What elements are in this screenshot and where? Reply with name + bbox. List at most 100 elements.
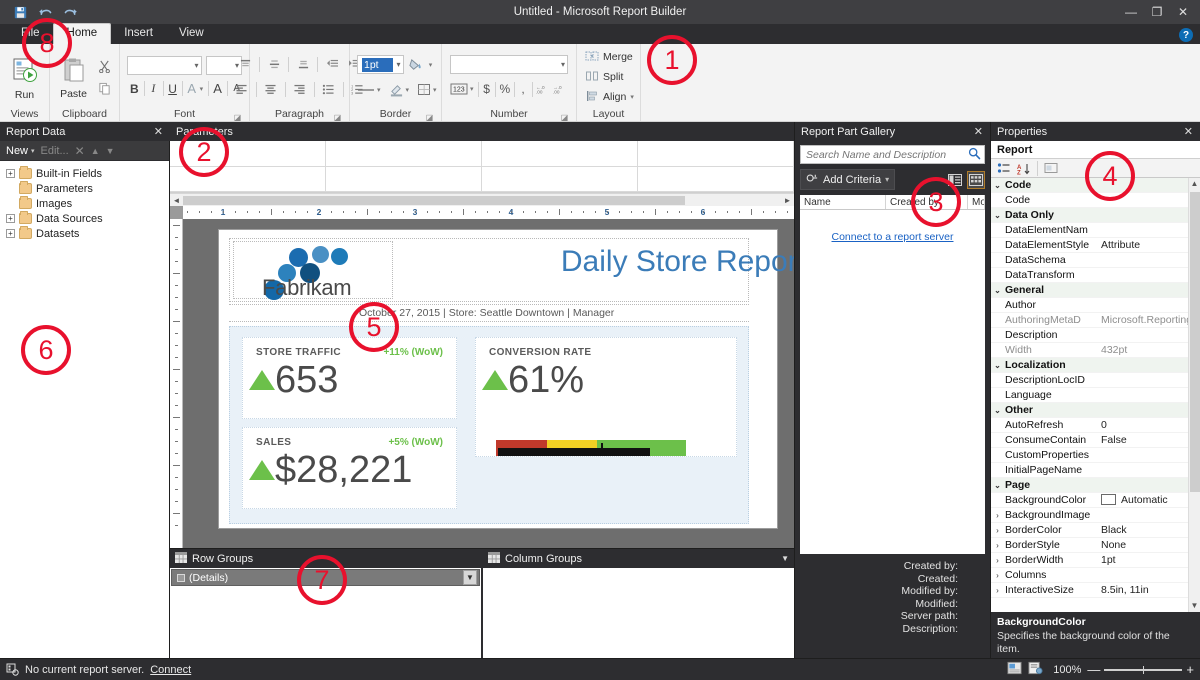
parameters-hscrollbar[interactable]: ◄ ► (170, 193, 794, 206)
expand-icon[interactable]: › (991, 571, 1004, 580)
property-value[interactable]: 0 (1099, 419, 1200, 431)
column-groups-body[interactable] (483, 568, 794, 658)
collapse-icon[interactable]: ⌄ (991, 181, 1004, 190)
bold-button[interactable]: B (129, 79, 140, 99)
expand-icon[interactable]: › (991, 556, 1004, 565)
align-middle-icon[interactable] (264, 55, 284, 75)
property-row[interactable]: InitialPageName (991, 463, 1200, 478)
property-row[interactable]: DataElementNam (991, 223, 1200, 238)
align-button[interactable]: Align ▾ (583, 88, 635, 107)
number-style-icon[interactable]: 123 (450, 79, 468, 99)
kpi-tile-conversion-rate[interactable]: CONVERSION RATE 61% (475, 337, 737, 457)
property-row[interactable]: CustomProperties (991, 448, 1200, 463)
expand-icon[interactable]: › (991, 586, 1004, 595)
zoom-in-button[interactable]: + (1186, 663, 1194, 676)
categorized-icon[interactable] (995, 160, 1013, 177)
design-canvas[interactable]: Fabrikam Daily Store Report October 27, … (183, 219, 794, 548)
properties-grid[interactable]: ▲ ▼ ⌄ Code Code ⌄ Data Only DataElementNam Dat… (991, 178, 1200, 612)
property-row[interactable]: Width 432pt (991, 343, 1200, 358)
minimize-button[interactable]: — (1118, 1, 1144, 23)
expand-panel-chevron-icon[interactable]: » (1, 359, 8, 373)
paragraph-dialog-launcher-icon[interactable]: ◪ (333, 111, 342, 122)
decrease-indent-icon[interactable] (322, 55, 342, 75)
new-button[interactable]: New ▾ (6, 145, 35, 157)
copy-icon[interactable] (94, 78, 114, 98)
chevron-down-icon[interactable]: ▾ (377, 80, 381, 100)
property-category-row[interactable]: ⌄ Data Only (991, 208, 1200, 223)
increase-decimal-icon[interactable]: ←.0.00 (536, 79, 551, 99)
font-family-combo[interactable]: ▾ (127, 55, 202, 75)
tree-item-built-in-fields[interactable]: + Built-in Fields (4, 166, 170, 181)
search-icon[interactable] (968, 147, 981, 163)
tab-view[interactable]: View (166, 24, 217, 44)
save-icon[interactable] (12, 4, 28, 20)
close-icon[interactable]: ✕ (151, 125, 166, 138)
delete-icon[interactable]: ✕ (75, 144, 85, 158)
kpi-tile-store-traffic[interactable]: STORE TRAFFIC +11% (WoW) 653 (242, 337, 457, 419)
property-value[interactable]: False (1099, 434, 1200, 446)
redo-icon[interactable] (62, 4, 78, 20)
property-value[interactable]: Attribute (1099, 239, 1200, 251)
parameter-cell[interactable] (482, 166, 638, 192)
border-width-combo[interactable]: 1pt ▾ (357, 55, 404, 74)
search-input[interactable] (806, 148, 968, 161)
property-row[interactable]: AutoRefresh 0 (991, 418, 1200, 433)
bullet-list-icon[interactable] (319, 80, 339, 100)
logo-placeholder[interactable]: Fabrikam (233, 241, 393, 300)
report-page[interactable]: Fabrikam Daily Store Report October 27, … (218, 229, 794, 529)
page-setup-icon[interactable] (1028, 661, 1043, 678)
zoom-track[interactable] (1104, 665, 1183, 674)
italic-button[interactable]: I (148, 79, 159, 99)
tree-item-data-sources[interactable]: + Data Sources (4, 211, 170, 226)
comma-button[interactable]: , (519, 79, 528, 99)
property-row[interactable]: DataTransform (991, 268, 1200, 283)
edit-button[interactable]: Edit... (41, 145, 69, 157)
scroll-down-icon[interactable]: ▼ (1189, 600, 1200, 612)
tree-item-images[interactable]: Images (4, 196, 170, 211)
border-dialog-launcher-icon[interactable]: ◪ (425, 111, 434, 122)
property-category-row[interactable]: ⌄ Page (991, 478, 1200, 493)
add-criteria-button[interactable]: Add Criteria ▾ (800, 169, 896, 190)
column-header-modified[interactable]: Mod (968, 195, 985, 209)
parameters-grid[interactable] (170, 141, 794, 193)
property-row[interactable]: DataElementStyle Attribute (991, 238, 1200, 253)
property-value[interactable]: 1pt (1099, 554, 1200, 566)
property-row[interactable]: › BorderColor Black (991, 523, 1200, 538)
property-value[interactable]: Black (1099, 524, 1200, 536)
decrease-decimal-icon[interactable]: →.0.00 (553, 79, 568, 99)
connect-to-report-server-link[interactable]: Connect to a report server (800, 231, 985, 243)
grid-view-button[interactable] (967, 170, 985, 189)
property-row[interactable]: › InteractiveSize 8.5in, 11in (991, 583, 1200, 598)
expand-icon[interactable]: + (6, 229, 15, 238)
kpi-tile-sales[interactable]: SALES +5% (WoW) $28,221 (242, 427, 457, 509)
property-category-row[interactable]: ⌄ Localization (991, 358, 1200, 373)
number-dialog-launcher-icon[interactable]: ◪ (560, 111, 569, 122)
color-swatch[interactable] (1101, 494, 1116, 505)
align-bottom-icon[interactable] (293, 55, 313, 75)
scroll-up-icon[interactable]: ▲ (1189, 178, 1200, 190)
property-value[interactable]: Microsoft.ReportingS (1099, 314, 1200, 326)
expand-icon[interactable]: + (6, 214, 15, 223)
parameter-cell[interactable] (638, 166, 794, 192)
chevron-down-icon[interactable]: ▾ (433, 80, 437, 100)
align-right-icon[interactable] (290, 80, 310, 100)
parameter-cell[interactable] (638, 141, 794, 167)
report-data-tree[interactable]: + Built-in Fields Parameters Images + Da… (0, 161, 170, 658)
move-down-icon[interactable]: ▼ (106, 146, 115, 156)
chevron-down-icon[interactable]: ▾ (470, 79, 474, 99)
merge-button[interactable]: Merge (583, 48, 635, 67)
scroll-thumb[interactable] (1190, 192, 1200, 492)
close-button[interactable]: ✕ (1170, 1, 1196, 23)
gallery-search-box[interactable] (800, 145, 985, 164)
property-value[interactable]: None (1099, 539, 1200, 551)
property-row[interactable]: Description (991, 328, 1200, 343)
restore-button[interactable]: ❐ (1144, 1, 1170, 23)
checkbox-icon[interactable] (177, 573, 185, 582)
report-subtitle-band[interactable]: October 27, 2015 | Store: Seattle Downto… (229, 304, 749, 322)
fill-color-icon[interactable] (407, 55, 425, 75)
split-button[interactable]: Split (583, 68, 635, 87)
report-header-band[interactable]: Fabrikam Daily Store Report (229, 238, 794, 302)
borders-icon[interactable] (417, 80, 431, 100)
property-value[interactable]: 8.5in, 11in (1099, 584, 1200, 596)
property-row[interactable]: › Columns (991, 568, 1200, 583)
